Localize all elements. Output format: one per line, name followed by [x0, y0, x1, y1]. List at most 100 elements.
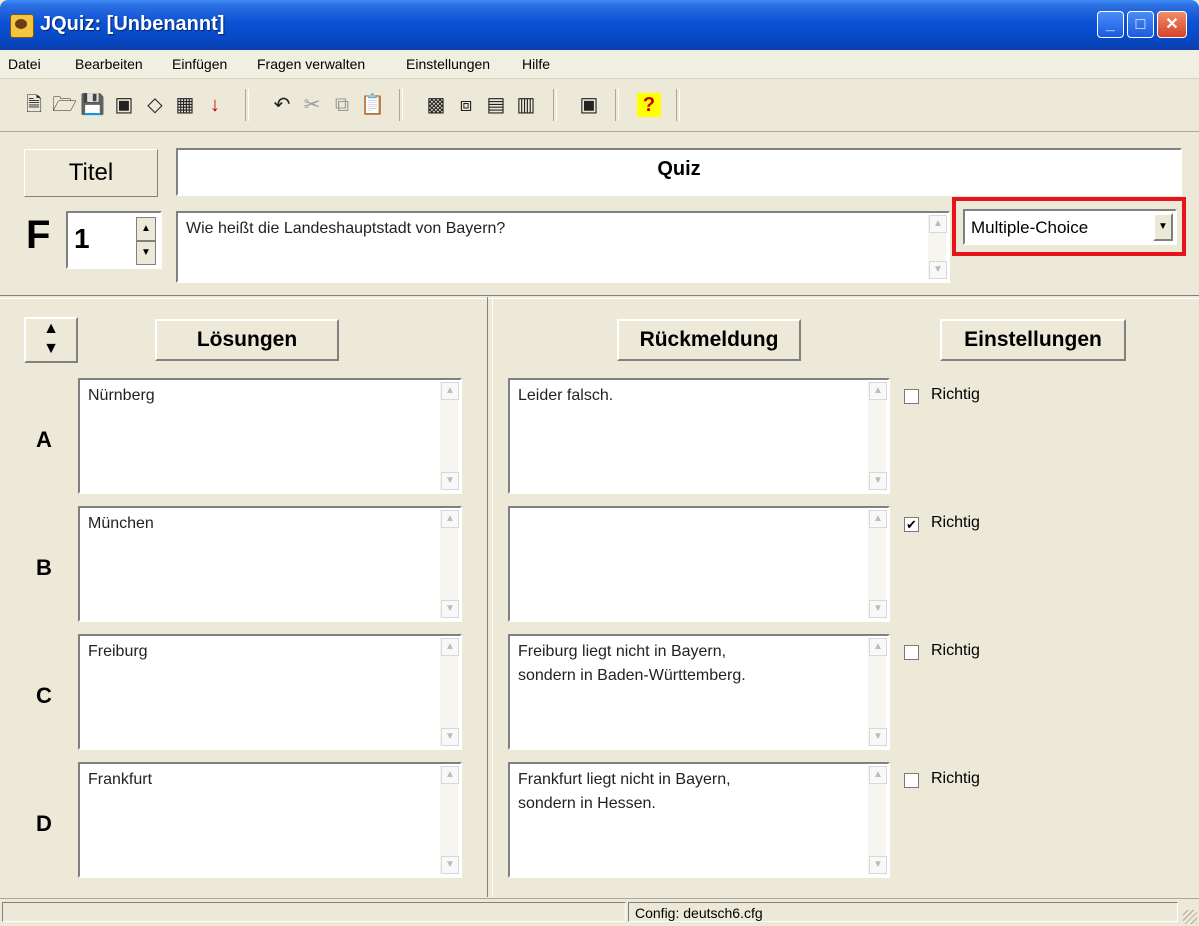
feedback-field[interactable]: Freiburg liegt nicht in Bayern, sondern … [508, 634, 890, 750]
toolbar-separator [676, 89, 680, 121]
html-export-icon[interactable]: ▦ [173, 93, 197, 117]
scroll-down-arrow-icon[interactable]: ▼ [441, 856, 459, 874]
question-label: F [26, 213, 51, 257]
scroll-down-arrow-icon[interactable]: ▼ [929, 261, 947, 279]
menu-einstellungen[interactable]: Einstellungen [406, 56, 490, 72]
feedback-field[interactable]: Leider falsch. ▲ ▼ [508, 378, 890, 494]
row-letter: C [36, 683, 52, 708]
feedback-field[interactable]: Frankfurt liegt nicht in Bayern, sondern… [508, 762, 890, 878]
feedback-text: Freiburg liegt nicht in Bayern, sondern … [518, 643, 746, 684]
question-type-value: Multiple-Choice [971, 218, 1089, 237]
export-arrow-icon[interactable]: ↓ [203, 93, 227, 117]
feedback-text: Leider falsch. [518, 387, 614, 404]
correct-checkbox[interactable] [904, 645, 919, 660]
menu-einfuegen[interactable]: Einfügen [172, 56, 227, 72]
scroll-down-arrow-icon[interactable]: ▼ [869, 600, 887, 618]
answer-field[interactable]: Nürnberg ▲ ▼ [78, 378, 462, 494]
menu-hilfe[interactable]: Hilfe [522, 56, 550, 72]
column-divider [487, 297, 493, 897]
save-icon[interactable]: 💾 [80, 93, 105, 117]
scroll-up-arrow-icon[interactable]: ▲ [441, 382, 459, 400]
answer-field[interactable]: München ▲ ▼ [78, 506, 462, 622]
scrollbar[interactable]: ▲ ▼ [440, 510, 459, 618]
title-bar: JQuiz: [Unbenannt] _ □ ✕ [0, 0, 1199, 50]
translate-icon[interactable]: ▥ [514, 93, 538, 117]
scroll-down-arrow-icon[interactable]: ▼ [441, 728, 459, 746]
scroll-up-arrow-icon[interactable]: ▲ [441, 510, 459, 528]
scroll-up-arrow-icon[interactable]: ▲ [869, 638, 887, 656]
help-icon[interactable]: ? [637, 93, 661, 117]
feedback-header[interactable]: Rückmeldung [617, 319, 801, 361]
correct-checkbox[interactable]: ✔ [904, 517, 919, 532]
feedback-text: Frankfurt liegt nicht in Bayern, sondern… [518, 771, 731, 812]
spinner-up-button[interactable]: ▲ [136, 217, 156, 241]
paste-icon[interactable]: 📋 [360, 93, 385, 117]
menu-datei[interactable]: Datei [8, 56, 41, 72]
row-letter: D [36, 811, 52, 836]
question-text-field[interactable]: Wie heißt die Landeshauptstadt von Bayer… [176, 211, 950, 283]
toolbar-separator [245, 89, 249, 121]
keyboard-icon[interactable]: ▤ [484, 93, 508, 117]
question-text: Wie heißt die Landeshauptstadt von Bayer… [186, 220, 506, 237]
scrollbar[interactable]: ▲ ▼ [928, 215, 947, 279]
minimize-button[interactable]: _ [1097, 11, 1124, 38]
scroll-up-arrow-icon[interactable]: ▲ [869, 766, 887, 784]
answer-text: Freiburg [88, 643, 148, 660]
correct-checkbox[interactable] [904, 389, 919, 404]
cut-icon[interactable]: ✂ [300, 93, 324, 117]
scroll-down-arrow-icon[interactable]: ▼ [869, 728, 887, 746]
status-config: Config: deutsch6.cfg [628, 902, 1178, 922]
reorder-arrows-button[interactable]: ▲ ▼ [24, 317, 78, 363]
correct-label: Richtig [931, 642, 980, 659]
answer-field[interactable]: Freiburg ▲ ▼ [78, 634, 462, 750]
correct-checkbox[interactable] [904, 773, 919, 788]
answers-header[interactable]: Lösungen [155, 319, 339, 361]
spinner-down-button[interactable]: ▼ [136, 241, 156, 265]
scrollbar[interactable]: ▲ ▼ [868, 510, 887, 618]
scroll-down-arrow-icon[interactable]: ▼ [441, 472, 459, 490]
menu-bearbeiten[interactable]: Bearbeiten [75, 56, 143, 72]
title-field[interactable]: Quiz [176, 148, 1182, 196]
save-as-icon[interactable]: ▣ [112, 93, 136, 117]
app-icon [10, 14, 34, 38]
scroll-up-arrow-icon[interactable]: ▲ [441, 766, 459, 784]
status-bar: Config: deutsch6.cfg [0, 898, 1199, 926]
question-type-select[interactable]: Multiple-Choice ▼ [963, 209, 1177, 245]
eraser-icon[interactable]: ◇ [143, 93, 167, 117]
answer-text: München [88, 515, 154, 532]
resize-grip-icon[interactable] [1183, 910, 1197, 924]
row-letter: B [36, 555, 52, 580]
new-file-icon[interactable]: 🗎 [22, 93, 46, 117]
scroll-up-arrow-icon[interactable]: ▲ [441, 638, 459, 656]
feedback-field[interactable]: ▲ ▼ [508, 506, 890, 622]
window-title: JQuiz: [Unbenannt] [40, 13, 225, 35]
title-label: Titel [24, 149, 158, 197]
scroll-down-arrow-icon[interactable]: ▼ [869, 856, 887, 874]
close-button[interactable]: ✕ [1157, 11, 1187, 38]
scrollbar[interactable]: ▲ ▼ [440, 766, 459, 874]
answer-text: Nürnberg [88, 387, 155, 404]
question-number-spinner[interactable]: 1 ▲ ▼ [66, 211, 162, 269]
scroll-down-arrow-icon[interactable]: ▼ [441, 600, 459, 618]
image-icon[interactable]: ▩ [424, 93, 448, 117]
menu-fragen-verwalten[interactable]: Fragen verwalten [257, 56, 365, 72]
open-folder-icon[interactable]: 🗁 [52, 93, 77, 117]
maximize-button[interactable]: □ [1127, 11, 1154, 38]
scrollbar[interactable]: ▲ ▼ [440, 382, 459, 490]
scroll-up-arrow-icon[interactable]: ▲ [869, 510, 887, 528]
scroll-up-arrow-icon[interactable]: ▲ [929, 215, 947, 233]
copy-icon[interactable]: ⧉ [330, 93, 354, 117]
toolbar-separator [615, 89, 619, 121]
answer-field[interactable]: Frankfurt ▲ ▼ [78, 762, 462, 878]
scrollbar[interactable]: ▲ ▼ [868, 766, 887, 874]
scrollbar[interactable]: ▲ ▼ [868, 382, 887, 490]
scroll-down-arrow-icon[interactable]: ▼ [869, 472, 887, 490]
scrollbar[interactable]: ▲ ▼ [440, 638, 459, 746]
chevron-down-icon[interactable]: ▼ [1153, 213, 1173, 241]
scroll-up-arrow-icon[interactable]: ▲ [869, 382, 887, 400]
undo-icon[interactable]: ↶ [270, 93, 294, 117]
settings-header[interactable]: Einstellungen [940, 319, 1126, 361]
link-icon[interactable]: ⧈ [454, 93, 478, 117]
monitor-icon[interactable]: ▣ [577, 93, 601, 117]
scrollbar[interactable]: ▲ ▼ [868, 638, 887, 746]
